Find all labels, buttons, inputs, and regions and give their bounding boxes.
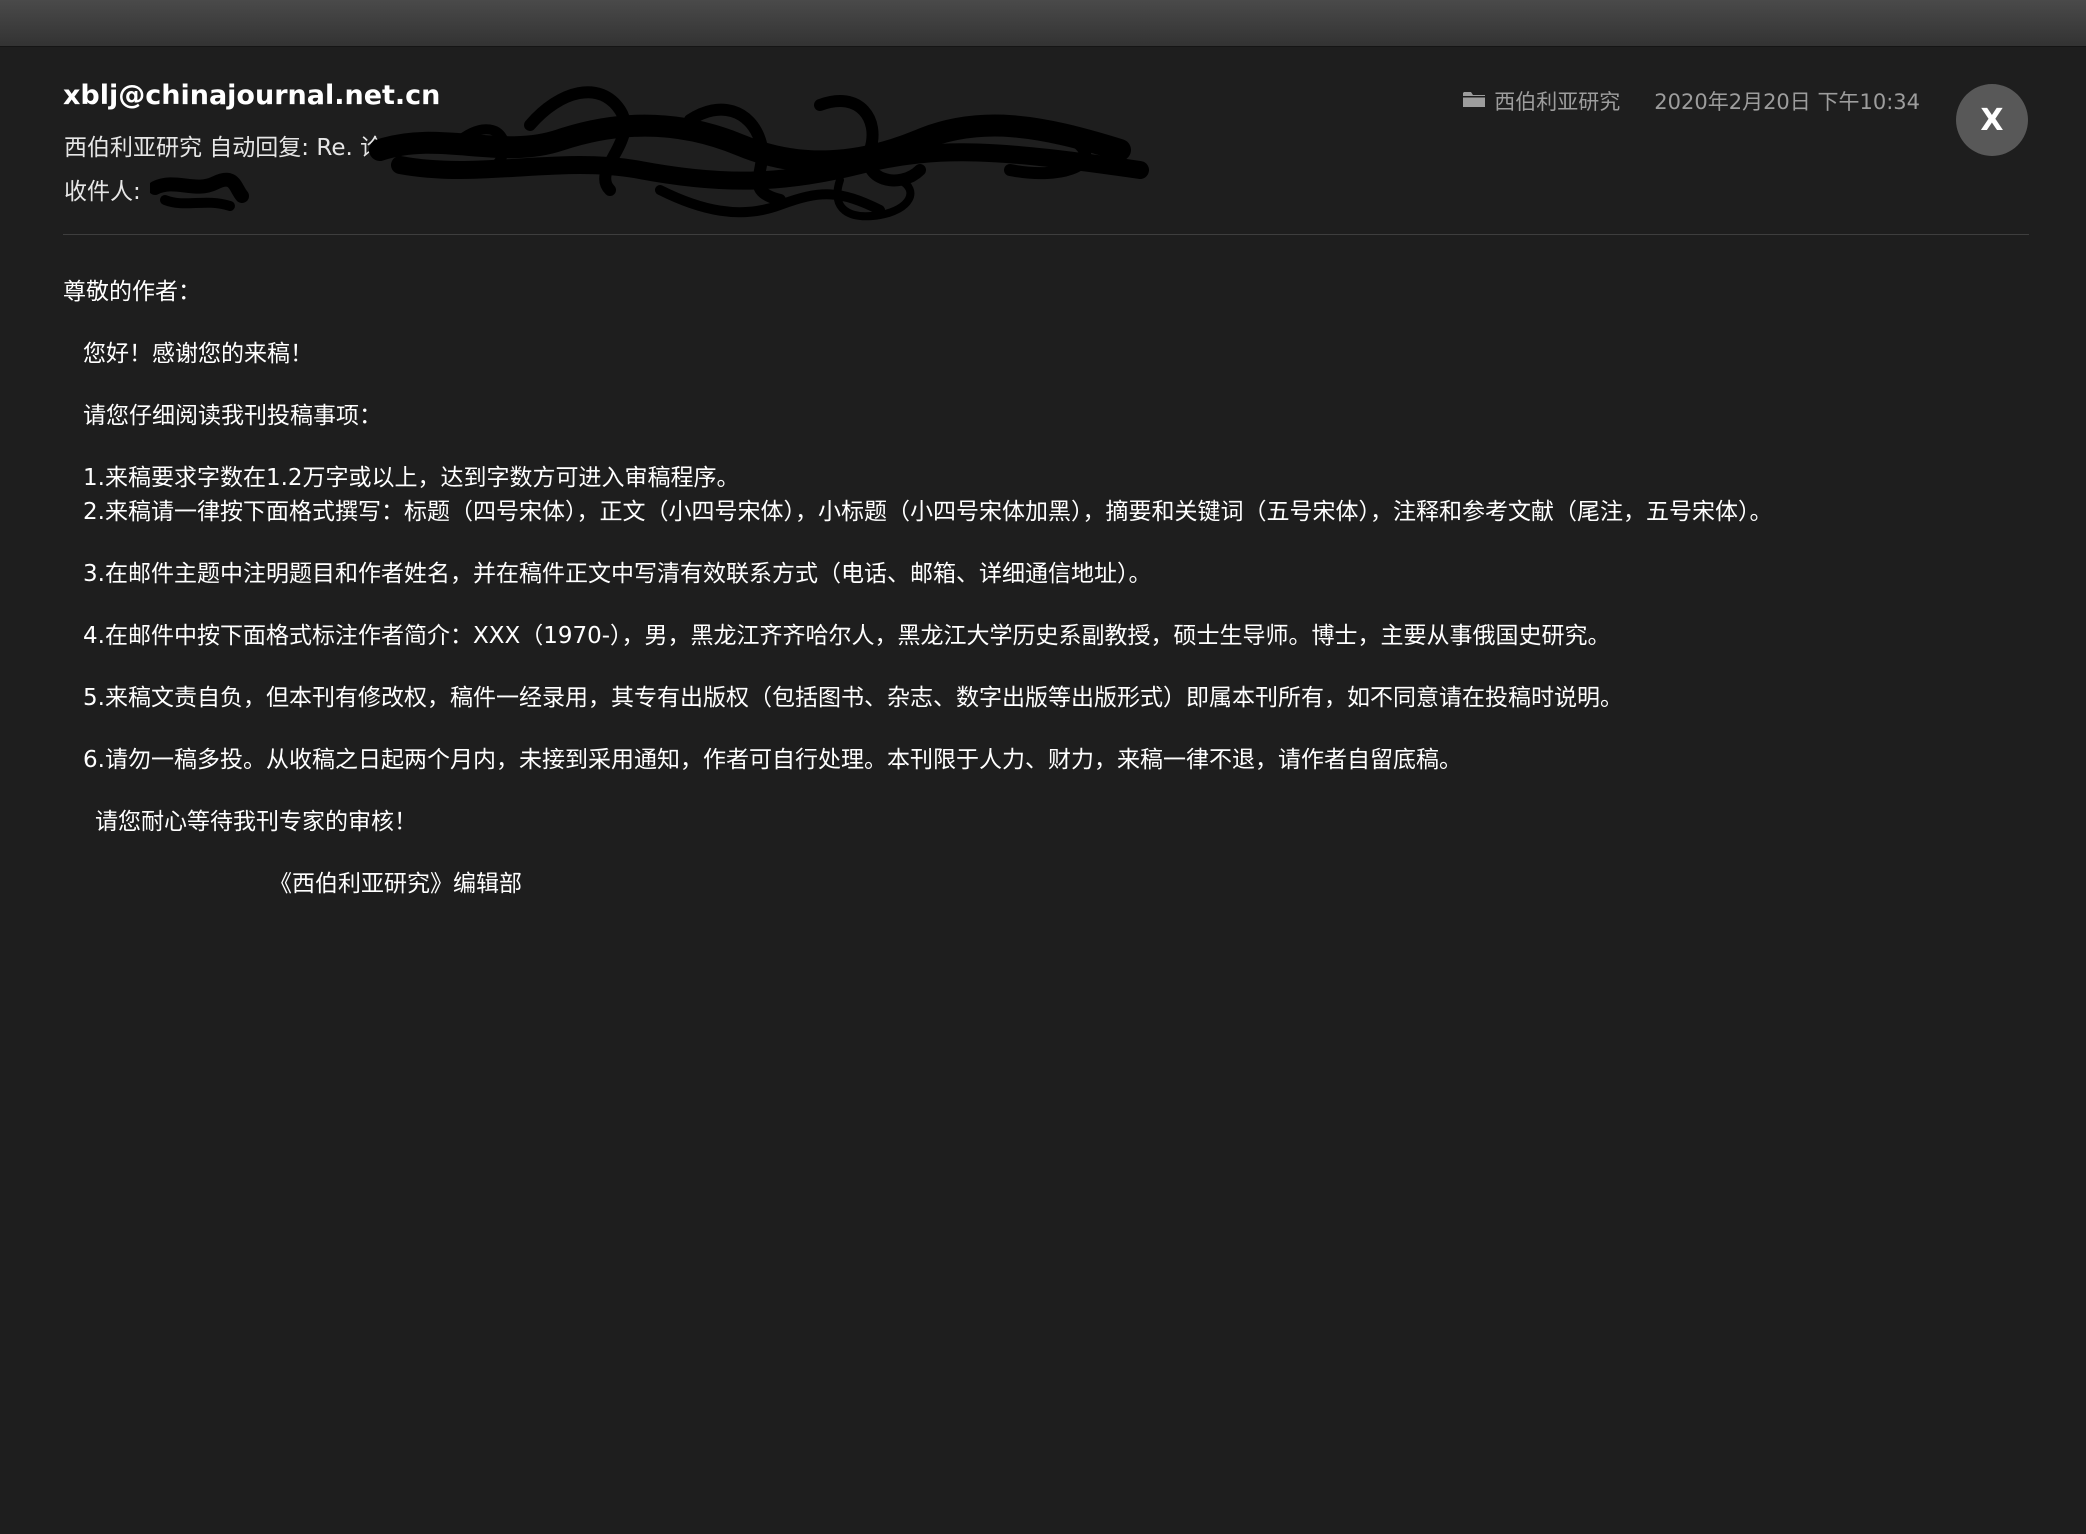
signature: 《西伯利亚研究》编辑部	[269, 871, 522, 897]
email-meta: 西伯利亚研究 2020年2月20日 下午10:34	[1462, 86, 1920, 116]
folder-icon	[1462, 89, 1486, 114]
closing-line: 请您耐心等待我刊专家的审核！	[95, 809, 417, 835]
greeting: 尊敬的作者：	[63, 279, 201, 305]
recipient-label: 收件人:	[64, 179, 141, 205]
email-subject: 西伯利亚研究 自动回复: Re. 论	[64, 135, 384, 161]
close-button[interactable]: X	[1956, 84, 2028, 156]
rule-item: 5.来稿文责自负，但本刊有修改权，稿件一经录用，其专有出版权（包括图书、杂志、数…	[83, 685, 1623, 711]
rule-item: 4.在邮件中按下面格式标注作者简介：XXX（1970-），男，黑龙江齐齐哈尔人，…	[83, 623, 1611, 649]
window-titlebar	[0, 0, 2086, 47]
rule-item: 6.请勿一稿多投。从收稿之日起两个月内，未接到采用通知，作者可自行处理。本刊限于…	[83, 747, 1462, 773]
thanks-line: 您好！感谢您的来稿！	[83, 341, 313, 367]
email-date: 2020年2月20日 下午10:34	[1654, 90, 1920, 114]
mailbox-name[interactable]: 西伯利亚研究	[1494, 86, 1620, 116]
header-divider	[63, 234, 2029, 235]
redaction-scribble	[369, 86, 1149, 221]
rule-item: 1.来稿要求字数在1.2万字或以上，达到字数方可进入审稿程序。	[83, 465, 740, 491]
rule-item: 3.在邮件主题中注明题目和作者姓名，并在稿件正文中写清有效联系方式（电话、邮箱、…	[83, 561, 1152, 587]
intro-line: 请您仔细阅读我刊投稿事项：	[83, 403, 382, 429]
close-icon: X	[1980, 102, 2004, 138]
rule-item: 2.来稿请一律按下面格式撰写：标题（四号宋体），正文（小四号宋体），小标题（小四…	[83, 499, 1773, 525]
recipient-redaction-scribble	[150, 172, 249, 211]
